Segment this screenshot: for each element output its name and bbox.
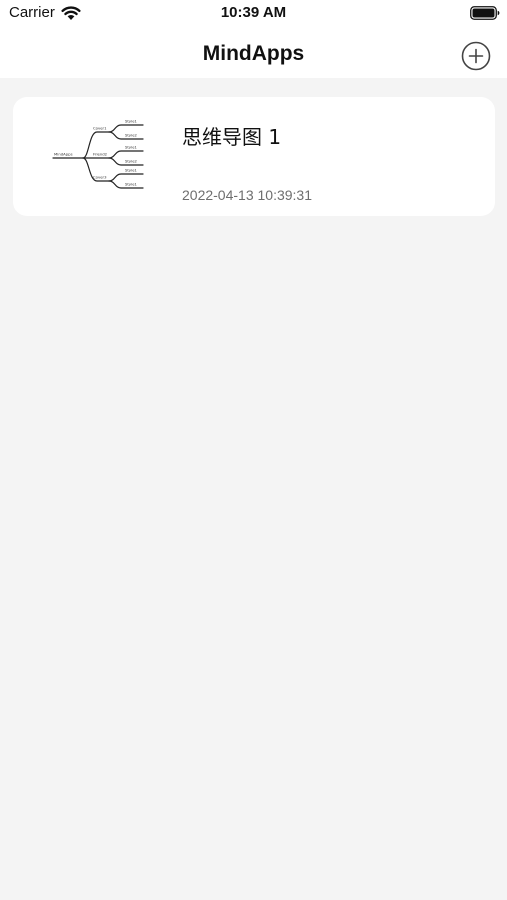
thumbnail-branch-label: Friend2 — [93, 152, 108, 157]
add-document-button[interactable] — [460, 40, 492, 72]
thumbnail-leaf-label: Style2 — [125, 159, 138, 164]
document-title: 思维导图 1 — [182, 125, 282, 149]
thumbnail-leaf-label: Style1 — [125, 182, 138, 187]
document-date: 2022-04-13 10:39:31 — [182, 187, 312, 203]
thumbnail-root-label: MindApps — [54, 152, 73, 157]
thumbnail-branch-label: Cover1 — [93, 126, 107, 131]
status-time: 10:39 AM — [220, 4, 287, 21]
page-title: MindApps — [202, 42, 305, 65]
thumbnail-leaf-label: Style1 — [125, 168, 138, 173]
document-card[interactable]: MindApps Cover1 Friend2 Cover3 Style1 St… — [13, 97, 495, 216]
battery-icon — [470, 6, 500, 20]
top-bar: Carrier 10:39 AM MindApps — [0, 0, 507, 78]
thumbnail-branch-label: Cover3 — [93, 175, 107, 180]
thumbnail-leaf-label: Style2 — [125, 133, 138, 138]
thumbnail-leaf-label: Style1 — [125, 119, 138, 124]
thumbnail-leaf-label: Style1 — [125, 145, 138, 150]
mindmap-thumbnail: MindApps Cover1 Friend2 Cover3 Style1 St… — [52, 119, 144, 189]
navigation-bar: MindApps — [0, 28, 507, 78]
status-bar: Carrier 10:39 AM — [0, 0, 507, 28]
